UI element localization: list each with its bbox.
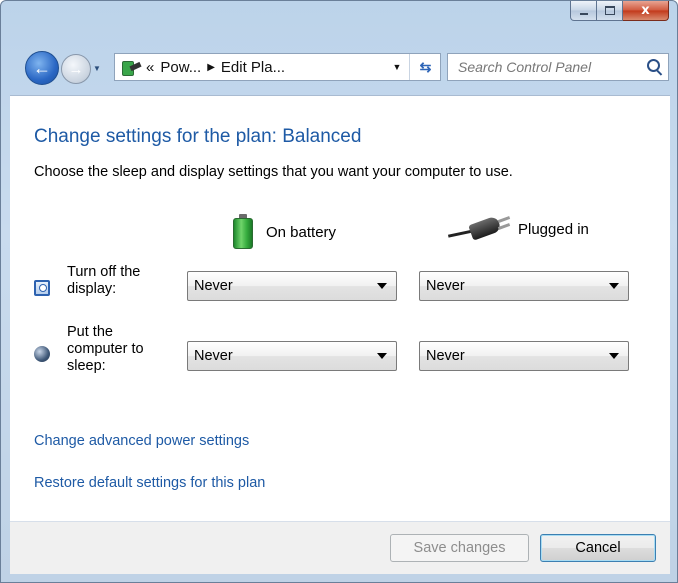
advanced-power-settings-link[interactable]: Change advanced power settings xyxy=(34,433,249,449)
minimize-icon xyxy=(579,12,588,15)
search-placeholder: Search Control Panel xyxy=(458,59,592,75)
back-arrow-icon: ← xyxy=(33,57,51,78)
restore-defaults-link[interactable]: Restore default settings for this plan xyxy=(34,475,265,491)
minimize-button[interactable] xyxy=(570,1,597,21)
display-battery-select[interactable]: Never xyxy=(187,271,397,301)
breadcrumb-separator-icon[interactable]: ▶ xyxy=(207,62,215,73)
search-input[interactable]: Search Control Panel xyxy=(447,53,669,81)
display-timeout-label: Turn off the display: xyxy=(67,264,141,297)
column-label-plugged: Plugged in xyxy=(518,220,589,238)
breadcrumb-edit-plan[interactable]: Edit Pla... xyxy=(221,59,285,76)
display-plugged-select[interactable]: Never xyxy=(419,271,629,301)
battery-icon xyxy=(232,214,254,250)
page-title: Change settings for the plan: Balanced xyxy=(34,126,362,147)
button-footer: Save changes Cancel xyxy=(10,522,670,574)
address-bar[interactable]: « Pow... ▶ Edit Pla... ▼ xyxy=(114,53,441,81)
breadcrumb-power-options[interactable]: Pow... xyxy=(160,59,201,76)
sleep-plugged-select[interactable]: Never xyxy=(419,341,629,371)
column-header-plugged: Plugged in xyxy=(447,214,589,244)
close-icon: x xyxy=(641,3,650,18)
sleep-timeout-label: Put the computer to sleep: xyxy=(67,324,144,374)
forward-arrow-icon: → xyxy=(68,60,84,78)
power-plug-icon xyxy=(447,214,512,244)
chevron-down-icon xyxy=(609,283,619,289)
display-timeout-icon xyxy=(34,280,50,296)
search-icon[interactable] xyxy=(647,59,660,72)
close-button[interactable]: x xyxy=(623,1,669,21)
breadcrumb-overflow[interactable]: « xyxy=(146,59,154,76)
sleep-battery-select[interactable]: Never xyxy=(187,341,397,371)
caption-buttons: x xyxy=(570,1,669,21)
save-changes-button[interactable]: Save changes xyxy=(390,534,529,562)
maximize-button[interactable] xyxy=(597,1,623,21)
cancel-button[interactable]: Cancel xyxy=(540,534,656,562)
column-header-battery: On battery xyxy=(232,214,336,250)
chevron-down-icon xyxy=(377,283,387,289)
refresh-icon: ⇆ xyxy=(419,58,432,75)
recent-pages-dropdown-icon[interactable]: ▼ xyxy=(93,64,101,73)
power-options-icon xyxy=(120,58,142,76)
address-dropdown-icon[interactable]: ▼ xyxy=(390,62,404,72)
control-panel-window: x ← → ▼ « Pow... ▶ Edit Pla... ▼ ⇆ Searc… xyxy=(0,0,678,583)
chevron-down-icon xyxy=(609,353,619,359)
main-content: Change settings for the plan: Balanced C… xyxy=(10,95,670,522)
back-button[interactable]: ← xyxy=(25,51,59,85)
page-description: Choose the sleep and display settings th… xyxy=(34,164,513,180)
chevron-down-icon xyxy=(377,353,387,359)
maximize-icon xyxy=(604,6,615,15)
refresh-button[interactable]: ⇆ xyxy=(409,54,441,80)
column-label-battery: On battery xyxy=(266,223,337,241)
sleep-timeout-icon xyxy=(34,346,50,362)
forward-button[interactable]: → xyxy=(61,54,91,84)
